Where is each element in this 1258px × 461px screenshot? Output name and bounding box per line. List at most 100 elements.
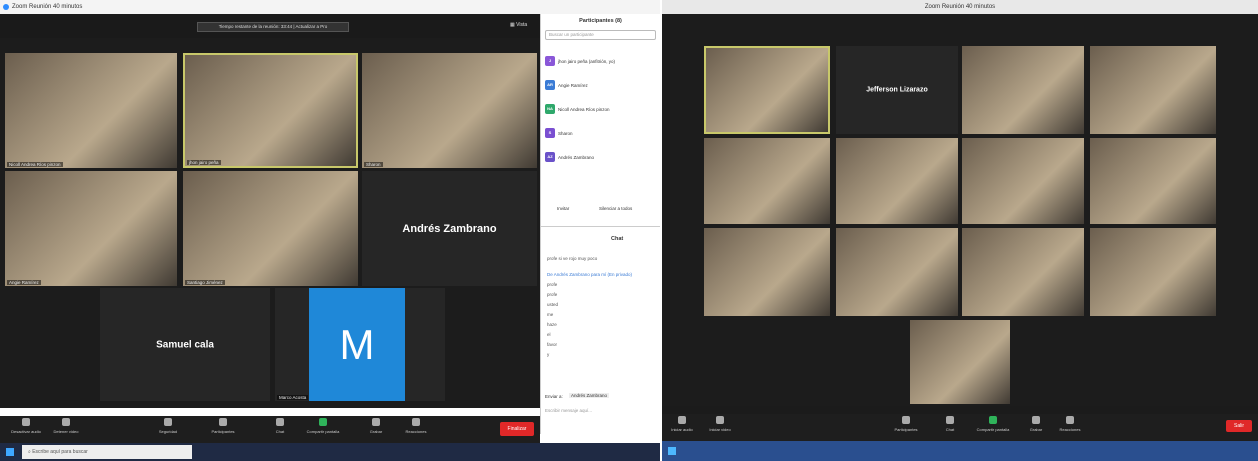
share-screen-button[interactable]: Compartir pantalla — [300, 418, 346, 434]
participant-list-name: jhon jairo peña (anfitrión, yo) — [558, 58, 616, 64]
windows-taskbar: ⌕ Escribe aquí para buscar — [0, 443, 660, 461]
start-audio-button[interactable]: Iniciar audio — [664, 416, 700, 432]
participant-tile[interactable] — [1090, 228, 1216, 316]
participant-tile[interactable] — [704, 138, 830, 224]
chat-title: Chat — [611, 236, 624, 242]
windows-start-icon[interactable] — [668, 447, 676, 455]
participant-name: Nicoll Andrea Ríos pinzon — [7, 162, 63, 167]
emoji-icon — [1066, 416, 1074, 424]
participants-icon — [219, 418, 227, 426]
participant-list-item[interactable]: NA Nicoll Andrea Ríos pinzon — [545, 104, 610, 114]
start-video-button[interactable]: Iniciar video — [702, 416, 738, 432]
participant-list-name: Andrés Zambrano — [558, 154, 595, 160]
chat-message-header: De Andrés Zambrano para mí (En privado) — [547, 272, 633, 277]
participant-tile[interactable]: Sharon — [362, 53, 537, 168]
window-title: Zoom Reunión 40 minutos — [924, 4, 996, 10]
meeting-controls: Desactivar audio Detener video Seguridad… — [0, 416, 540, 443]
participant-list-item[interactable]: Jjhon jairo peña (anfitrión, yo) — [545, 56, 615, 66]
participant-tile[interactable] — [1090, 138, 1216, 224]
share-screen-button[interactable]: Compartir pantalla — [970, 416, 1016, 432]
chat-message: profe — [547, 282, 558, 287]
send-to-dropdown[interactable]: Andrés Zambrano — [569, 393, 610, 398]
participant-tile[interactable] — [836, 138, 958, 224]
invite-button[interactable]: Invitar — [557, 206, 569, 211]
stop-video-button[interactable]: Detener video — [48, 418, 84, 434]
participant-name: jhon jairo peña — [187, 160, 221, 165]
chat-message-input[interactable]: Escribir mensaje aquí... — [545, 408, 592, 413]
control-label: Chat — [275, 429, 285, 434]
record-button[interactable]: Grabar — [1018, 416, 1054, 432]
reactions-button[interactable]: Reacciones — [398, 418, 434, 434]
chat-message: me — [547, 312, 554, 317]
windows-start-icon[interactable] — [6, 448, 14, 456]
participant-tile[interactable] — [962, 228, 1084, 316]
participant-list-item[interactable]: S Sharon — [545, 128, 573, 138]
participant-name: Santiago Jiménez — [185, 280, 225, 285]
video-grid: Jefferson Lizarazo — [662, 14, 1258, 406]
reactions-button[interactable]: Reacciones — [1052, 416, 1088, 432]
avatar: AZ — [545, 152, 555, 162]
taskbar-search-input[interactable]: ⌕ Escribe aquí para buscar — [22, 445, 192, 459]
chat-message: profe si ve rojo muy poco — [547, 256, 598, 261]
participant-search-input[interactable]: Buscar un participante — [545, 30, 656, 40]
left-zoom-window: Zoom Reunión 40 minutos Tiempo restante … — [0, 0, 660, 461]
microphone-icon — [678, 416, 686, 424]
control-label: Compartir pantalla — [306, 429, 340, 434]
participant-tile[interactable]: Angie Ramírez — [5, 171, 177, 286]
camera-icon — [716, 416, 724, 424]
participants-button[interactable]: Participantes — [205, 418, 241, 434]
participant-tile-active[interactable]: jhon jairo peña — [183, 53, 358, 168]
security-button[interactable]: Seguridad — [150, 418, 186, 434]
control-label: Grabar — [369, 429, 383, 434]
avatar: NA — [545, 104, 555, 114]
participant-tile[interactable]: Andrés Zambrano — [362, 171, 537, 286]
participant-tile[interactable] — [910, 320, 1010, 404]
participant-tile[interactable]: Jefferson Lizarazo — [836, 46, 958, 134]
participant-tile-active[interactable] — [704, 46, 830, 134]
window-titlebar: Zoom Reunión 40 minutos — [0, 0, 660, 14]
control-label: Seguridad — [158, 429, 178, 434]
chat-message: usted — [547, 302, 559, 307]
participant-tile[interactable] — [1090, 46, 1216, 134]
participant-list-item[interactable]: AR Angie Ramírez — [545, 80, 588, 90]
participant-big-name: Jefferson Lizarazo — [866, 86, 928, 94]
video-grid: Nicoll Andrea Ríos pinzon jhon jairo peñ… — [0, 38, 540, 408]
chat-message: profe — [547, 292, 558, 297]
control-label: Detener video — [53, 429, 79, 434]
leave-meeting-button[interactable]: Salir — [1226, 420, 1252, 432]
participant-tile[interactable] — [962, 138, 1084, 224]
participant-big-name: Samuel cala — [156, 339, 214, 350]
view-button[interactable]: ▦ Vista — [510, 22, 527, 28]
participant-big-name: Andrés Zambrano — [402, 222, 497, 235]
window-title: Zoom Reunión 40 minutos — [12, 4, 83, 10]
participant-name: Sharon — [364, 162, 383, 167]
zoom-logo-icon — [3, 4, 9, 10]
meeting-controls: Iniciar audio Iniciar video Participante… — [662, 414, 1258, 441]
control-label: Desactivar audio — [11, 429, 41, 434]
control-label: Compartir pantalla — [976, 427, 1010, 432]
participant-list-name: Nicoll Andrea Ríos pinzon — [558, 106, 610, 112]
participant-tile[interactable] — [962, 46, 1084, 134]
participant-tile[interactable]: Samuel cala — [100, 288, 270, 401]
participant-tile[interactable] — [704, 228, 830, 316]
participant-list-name: Angie Ramírez — [558, 82, 588, 88]
divider — [541, 226, 660, 227]
participant-tile[interactable]: Nicoll Andrea Ríos pinzon — [5, 53, 177, 168]
time-remaining-banner[interactable]: Tiempo restante de la reunión: 33:44 | A… — [197, 22, 349, 32]
mute-audio-button[interactable]: Desactivar audio — [8, 418, 44, 434]
avatar: J — [545, 56, 555, 66]
end-meeting-button[interactable]: Finalizar — [500, 422, 534, 436]
chat-button[interactable]: Chat — [262, 418, 298, 434]
camera-icon — [62, 418, 70, 426]
participant-tile[interactable]: M Marco Acosta — [275, 288, 445, 401]
record-button[interactable]: Grabar — [358, 418, 394, 434]
mute-all-button[interactable]: Silenciar a todos — [599, 206, 632, 211]
participant-tile[interactable] — [836, 228, 958, 316]
chat-icon — [276, 418, 284, 426]
record-icon — [372, 418, 380, 426]
chat-button[interactable]: Chat — [932, 416, 968, 432]
control-label: Participantes — [211, 429, 235, 434]
participants-button[interactable]: Participantes — [888, 416, 924, 432]
participant-tile[interactable]: Santiago Jiménez — [183, 171, 358, 286]
participant-list-item[interactable]: AZ Andrés Zambrano — [545, 152, 594, 162]
